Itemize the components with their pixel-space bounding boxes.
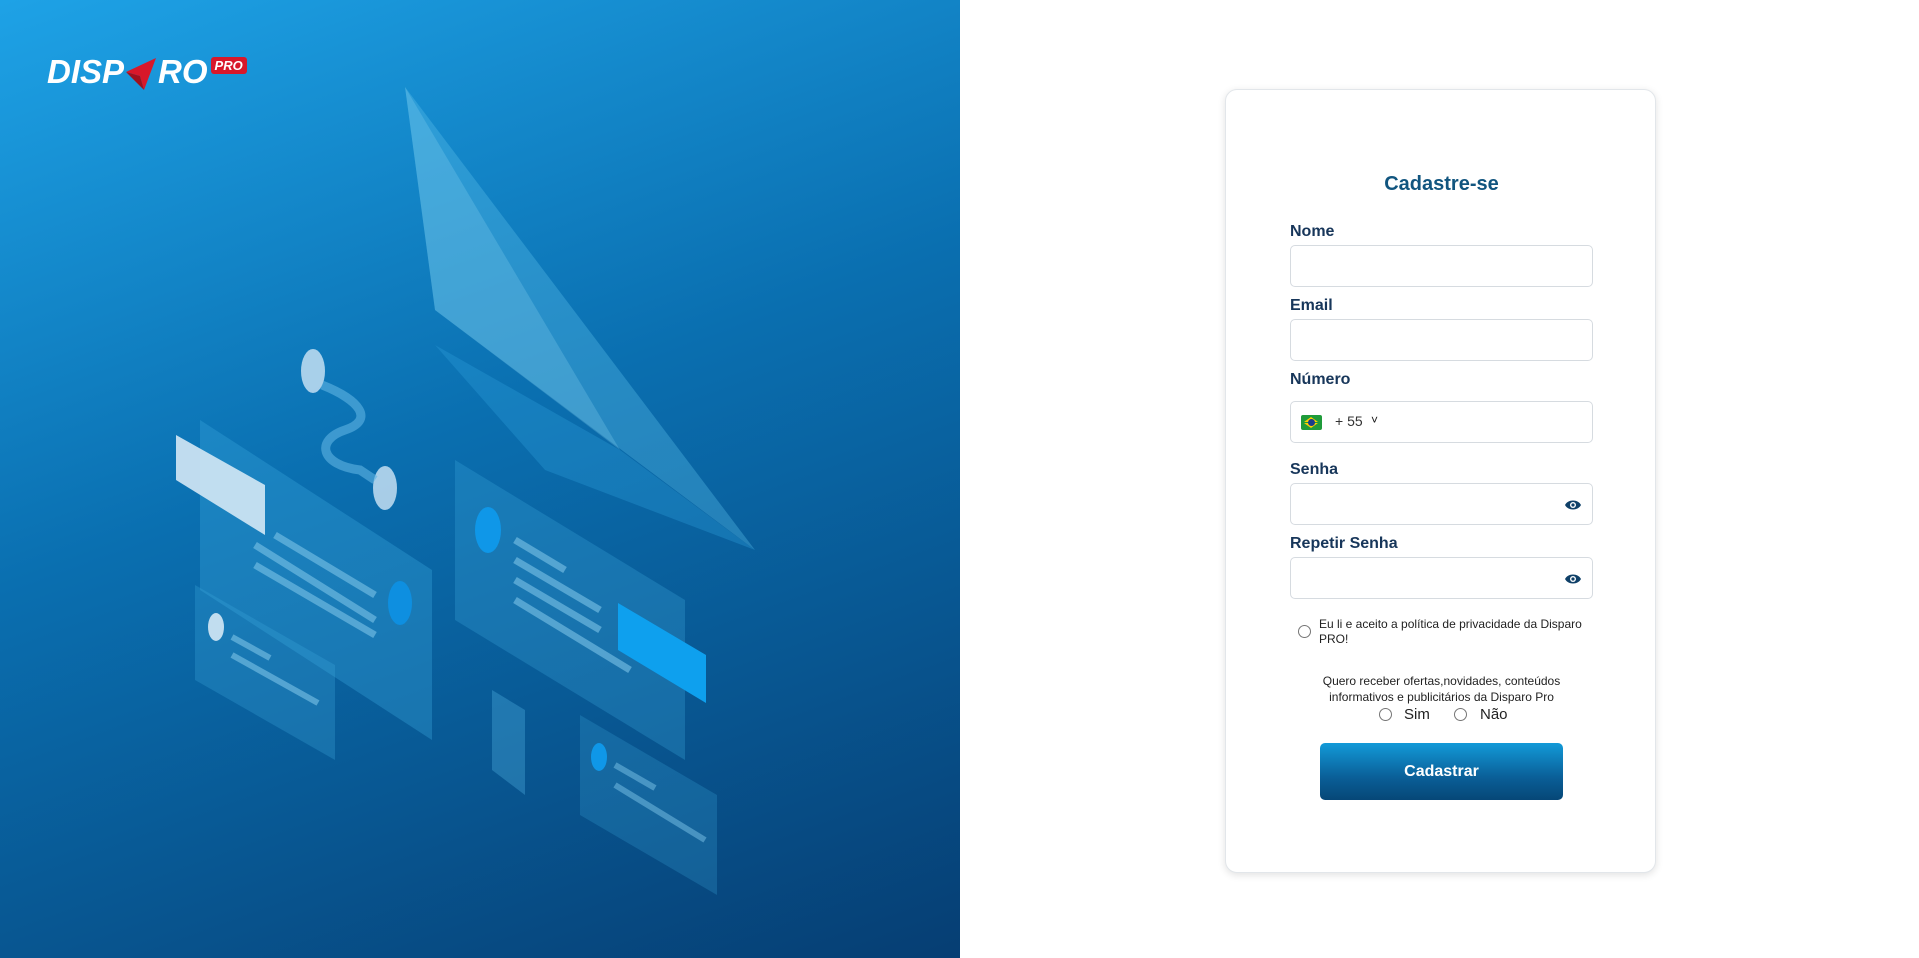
chevron-down-icon[interactable]: ˅ <box>1371 413 1378 427</box>
email-field[interactable] <box>1290 319 1593 361</box>
offers-question: Quero receber ofertas,novidades, conteúd… <box>1322 674 1561 704</box>
offers-yes-radio[interactable] <box>1379 708 1392 721</box>
form-title: Cadastre-se <box>1384 173 1499 195</box>
offers-no-radio[interactable] <box>1454 708 1467 721</box>
country-code-select[interactable]: + 55 <box>1335 413 1363 429</box>
password-input[interactable] <box>1291 484 1592 524</box>
phone-field[interactable]: + 55 ˅ <box>1290 401 1593 443</box>
paper-plane-icon <box>124 52 158 92</box>
privacy-consent-radio[interactable] <box>1298 625 1311 638</box>
logo-wordmark-start: DISP <box>47 53 125 90</box>
name-input[interactable] <box>1291 246 1592 286</box>
repeat-password-input[interactable] <box>1291 558 1592 598</box>
logo-pro-badge: PRO <box>210 57 247 74</box>
hero-panel: DISP RO PRO <box>0 0 960 958</box>
name-label: Nome <box>1290 223 1335 240</box>
password-field[interactable] <box>1290 483 1593 525</box>
repeat-password-label: Repetir Senha <box>1290 535 1398 552</box>
email-label: Email <box>1290 297 1333 314</box>
name-field[interactable] <box>1290 245 1593 287</box>
offers-yes-label: Sim <box>1404 706 1430 723</box>
hero-illustration <box>176 87 755 895</box>
privacy-consent-text: Eu li e aceito a política de privacidade… <box>1319 617 1582 646</box>
signup-page: DISP RO PRO Cadastre-se Nome Email Númer… <box>0 0 1919 958</box>
repeat-password-field[interactable] <box>1290 557 1593 599</box>
signup-card: Cadastre-se Nome Email Número + 55 ˅ Sen… <box>1225 89 1656 873</box>
phone-label: Número <box>1290 371 1351 388</box>
logo-wordmark-end: RO <box>158 53 208 90</box>
password-label: Senha <box>1290 461 1339 478</box>
eye-icon[interactable] <box>1564 572 1582 586</box>
email-input[interactable] <box>1291 320 1592 360</box>
offers-no-label: Não <box>1480 706 1508 723</box>
brand-logo[interactable]: DISP RO PRO <box>47 52 247 92</box>
brazil-flag-icon[interactable] <box>1301 415 1322 430</box>
eye-icon[interactable] <box>1564 498 1582 512</box>
submit-button[interactable]: Cadastrar <box>1320 743 1563 800</box>
